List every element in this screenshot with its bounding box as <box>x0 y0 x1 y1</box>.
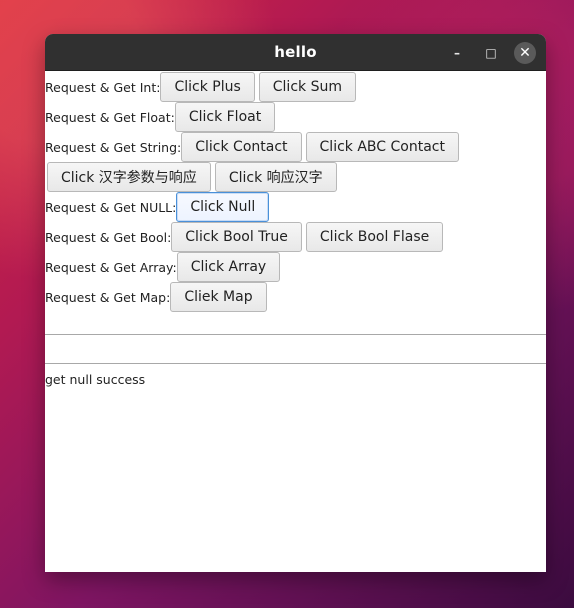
click-null-button[interactable]: Click Null <box>176 192 270 222</box>
click-bool-flase-button[interactable]: Click Bool Flase <box>305 222 444 252</box>
click-abc-contact-button[interactable]: Click ABC Contact <box>305 132 459 162</box>
status-output: get null success <box>45 372 146 387</box>
row-string: Request & Get String: Click Contact Clic… <box>45 132 546 162</box>
row-array: Request & Get Array: Click Array <box>45 252 546 282</box>
empty-band <box>45 335 546 363</box>
row-null: Request & Get NULL: Click Null <box>45 192 546 222</box>
row-int: Request & Get Int: Click Plus Click Sum <box>45 72 546 102</box>
click-float-button[interactable]: Click Float <box>174 102 276 132</box>
click-sum-button[interactable]: Click Sum <box>258 72 356 102</box>
row-chinese: Click 汉字参数与响应 Click 响应汉字 <box>45 162 546 192</box>
row-bool: Request & Get Bool: Click Bool True Clic… <box>45 222 546 252</box>
close-icon[interactable]: ✕ <box>514 42 536 64</box>
window-title: hello <box>274 43 317 61</box>
row-float: Request & Get Float: Click Float <box>45 102 546 132</box>
click-contact-button[interactable]: Click Contact <box>181 132 302 162</box>
label-int: Request & Get Int: <box>45 79 161 95</box>
window-content: Request & Get Int: Click Plus Click Sum … <box>45 71 546 572</box>
window-titlebar: hello – □ ✕ <box>45 34 546 71</box>
app-window: hello – □ ✕ Request & Get Int: Click Plu… <box>45 34 546 572</box>
click-chinese-params-response-button[interactable]: Click 汉字参数与响应 <box>47 162 211 192</box>
minimize-icon[interactable]: – <box>446 42 468 64</box>
label-map: Request & Get Map: <box>45 289 171 305</box>
row-map: Request & Get Map: Cliek Map <box>45 282 546 312</box>
label-array: Request & Get Array: <box>45 259 177 275</box>
click-bool-true-button[interactable]: Click Bool True <box>171 222 302 252</box>
click-response-chinese-button[interactable]: Click 响应汉字 <box>214 162 337 192</box>
label-bool: Request & Get Bool: <box>45 229 172 245</box>
label-null: Request & Get NULL: <box>45 199 177 215</box>
cliek-map-button[interactable]: Cliek Map <box>170 282 267 312</box>
window-controls: – □ ✕ <box>446 42 536 64</box>
label-string: Request & Get String: <box>45 139 182 155</box>
label-float: Request & Get Float: <box>45 109 175 125</box>
request-rows: Request & Get Int: Click Plus Click Sum … <box>45 71 546 312</box>
click-array-button[interactable]: Click Array <box>176 252 281 282</box>
click-plus-button[interactable]: Click Plus <box>160 72 255 102</box>
maximize-icon[interactable]: □ <box>480 42 502 64</box>
